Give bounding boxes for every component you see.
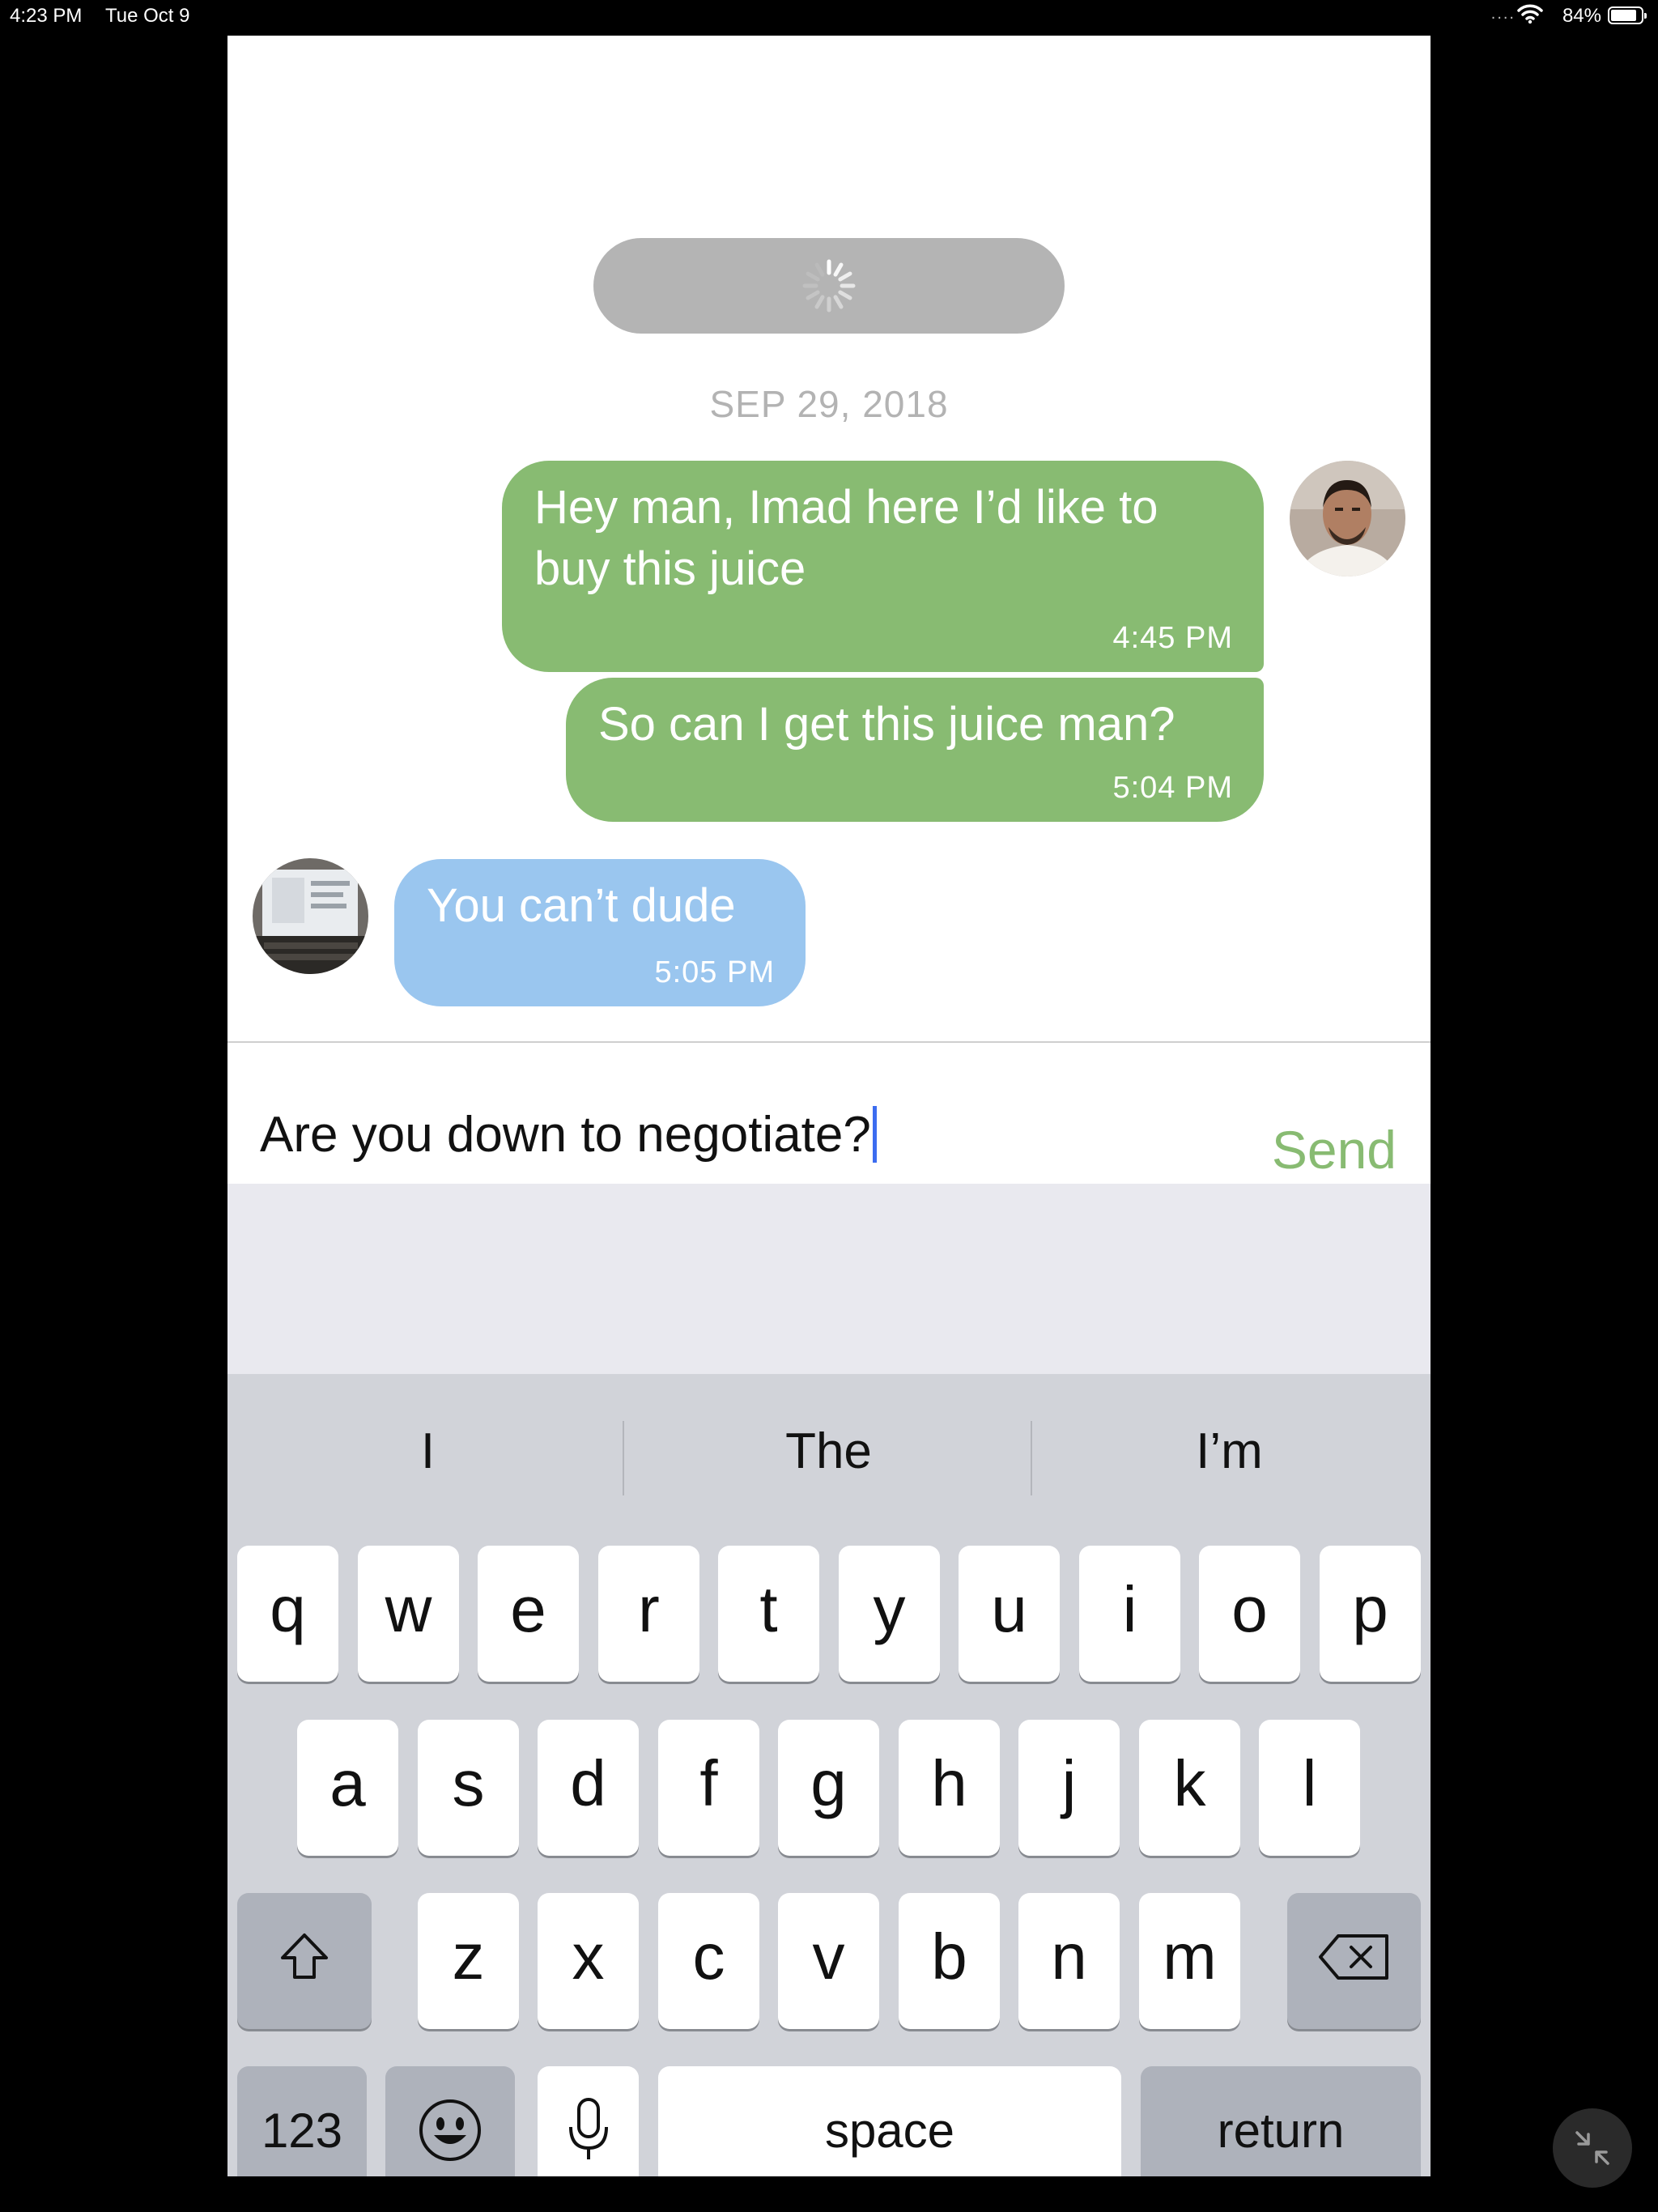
suggestion-divider <box>623 1421 624 1495</box>
key-h[interactable]: h <box>899 1720 1000 1856</box>
signal-indicator: .... <box>1490 5 1516 23</box>
message-time: 5:04 PM <box>1112 771 1233 805</box>
key-m[interactable]: m <box>1139 1893 1240 2029</box>
minimize-button[interactable] <box>1553 2108 1632 2188</box>
message-bubble-outgoing[interactable]: So can I get this juice man? 5:04 PM <box>566 678 1264 822</box>
key-i[interactable]: i <box>1079 1546 1180 1682</box>
date-header: SEP 29, 2018 <box>709 383 949 425</box>
battery-icon <box>1608 6 1647 24</box>
message-text: Hey man, Imad here I’d like to buy this … <box>534 481 1158 595</box>
key-c[interactable]: c <box>658 1893 759 2029</box>
dictation-key[interactable] <box>538 2066 639 2176</box>
minimize-icon <box>1575 2131 1609 2165</box>
key-o[interactable]: o <box>1199 1546 1300 1682</box>
keyboard-spacer <box>227 1184 1431 1374</box>
text-caret <box>872 1106 877 1163</box>
message-time: 4:45 PM <box>1112 621 1233 655</box>
status-date: Tue Oct 9 <box>105 5 190 27</box>
microphone-icon <box>568 2098 608 2159</box>
emoji-key[interactable] <box>385 2066 515 2176</box>
battery-percentage: 84% <box>1562 5 1601 27</box>
status-bar: 4:23 PM Tue Oct 9 .... 84% <box>0 0 1658 32</box>
load-earlier-indicator[interactable] <box>593 238 1065 334</box>
key-k[interactable]: k <box>1139 1720 1240 1856</box>
wifi-icon <box>1517 4 1543 24</box>
suggestion-1[interactable]: I <box>227 1374 628 1528</box>
space-key[interactable]: space <box>658 2066 1121 2176</box>
message-text: You can’t dude <box>427 879 736 932</box>
return-key[interactable]: return <box>1141 2066 1421 2176</box>
message-bubble-incoming[interactable]: You can’t dude 5:05 PM <box>394 859 806 1006</box>
key-b[interactable]: b <box>899 1893 1000 2029</box>
key-s[interactable]: s <box>418 1720 519 1856</box>
key-j[interactable]: j <box>1018 1720 1120 1856</box>
avatar[interactable] <box>253 858 368 974</box>
key-w[interactable]: w <box>358 1546 459 1682</box>
key-r[interactable]: r <box>598 1546 699 1682</box>
numbers-key[interactable]: 123 <box>237 2066 367 2176</box>
shift-key[interactable] <box>237 1893 372 2029</box>
key-a[interactable]: a <box>297 1720 398 1856</box>
key-e[interactable]: e <box>478 1546 579 1682</box>
delete-icon <box>1318 1934 1388 1980</box>
key-n[interactable]: n <box>1018 1893 1120 2029</box>
user-photo <box>1290 461 1405 576</box>
contact-photo <box>253 858 368 974</box>
key-v[interactable]: v <box>778 1893 879 2029</box>
shift-icon <box>281 1933 328 1979</box>
key-t[interactable]: t <box>718 1546 819 1682</box>
key-u[interactable]: u <box>959 1546 1060 1682</box>
send-button[interactable]: Send <box>1272 1119 1397 1180</box>
suggestion-3[interactable]: I’m <box>1029 1374 1430 1528</box>
chat-screen: SEP 29, 2018 Hey man, Imad here I’d like… <box>227 36 1431 2176</box>
avatar[interactable] <box>1290 461 1405 576</box>
delete-key[interactable] <box>1287 1893 1421 2029</box>
key-z[interactable]: z <box>418 1893 519 2029</box>
key-f[interactable]: f <box>658 1720 759 1856</box>
keyboard: I The I’m q w e r t y u i o p a s d f g … <box>227 1374 1431 2176</box>
composer: Are you down to negotiate? Send <box>227 1043 1431 1185</box>
key-x[interactable]: x <box>538 1893 639 2029</box>
suggestion-2[interactable]: The <box>628 1374 1029 1528</box>
key-q[interactable]: q <box>237 1546 338 1682</box>
status-time: 4:23 PM <box>10 5 83 27</box>
key-d[interactable]: d <box>538 1720 639 1856</box>
key-y[interactable]: y <box>839 1546 940 1682</box>
message-text: So can I get this juice man? <box>598 698 1175 751</box>
emoji-icon <box>419 2099 481 2161</box>
message-time: 5:05 PM <box>654 955 775 989</box>
key-l[interactable]: l <box>1259 1720 1360 1856</box>
message-input-text: Are you down to negotiate? <box>260 1107 871 1163</box>
key-p[interactable]: p <box>1320 1546 1421 1682</box>
message-input[interactable]: Are you down to negotiate? <box>260 1106 877 1163</box>
message-bubble-outgoing[interactable]: Hey man, Imad here I’d like to buy this … <box>502 461 1264 672</box>
key-g[interactable]: g <box>778 1720 879 1856</box>
spinner-icon <box>802 259 856 313</box>
